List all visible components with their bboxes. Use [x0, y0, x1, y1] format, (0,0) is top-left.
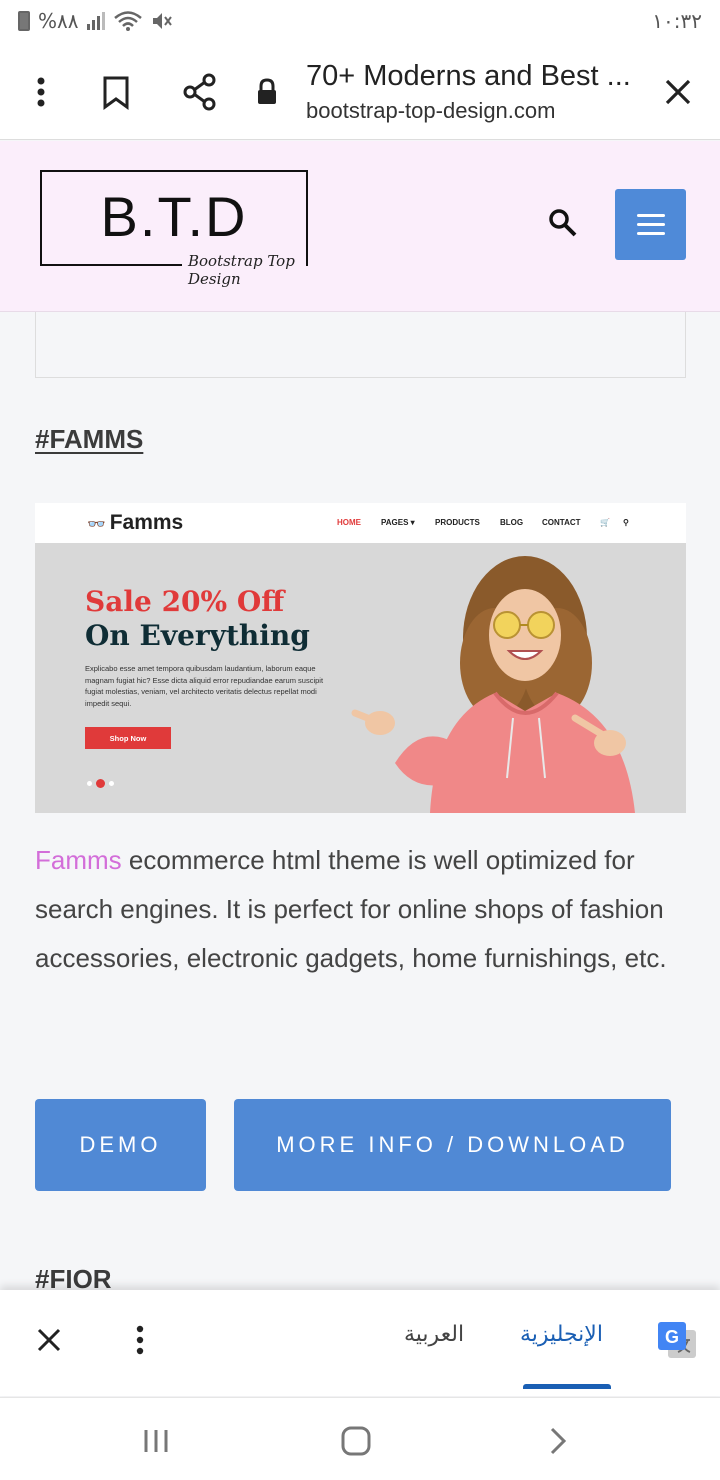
- clock: ١٠:٣٢: [652, 9, 702, 33]
- preview-search-icon: ⚲: [623, 518, 629, 527]
- hamburger-line: [636, 223, 665, 226]
- famms-preview-image[interactable]: 👓 Famms HOME PAGES ▾ PRODUCTS BLOG CONTAC…: [35, 503, 686, 813]
- demo-button[interactable]: DEMO: [35, 1099, 206, 1191]
- famms-link[interactable]: Famms: [35, 845, 122, 875]
- theme-description: Famms ecommerce html theme is well optim…: [35, 836, 685, 983]
- download-button[interactable]: MORE INFO / DOWNLOAD: [234, 1099, 671, 1191]
- hamburger-line: [636, 214, 665, 217]
- preview-navbar: 👓 Famms HOME PAGES ▾ PRODUCTS BLOG CONTAC…: [35, 503, 686, 543]
- preview-menu-home: HOME: [337, 518, 361, 527]
- hamburger-line: [636, 232, 665, 235]
- status-bar: %٨٨ ١٠:٣٢: [0, 0, 720, 42]
- section-heading-famms[interactable]: #FAMMS: [35, 424, 143, 455]
- page-title[interactable]: 70+ Moderns and Best ...: [306, 60, 636, 93]
- model-photo: [351, 556, 635, 813]
- preview-hero: Sale 20% Off On Everything Explicabo ess…: [35, 543, 686, 813]
- google-translate-icon: G: [658, 1322, 696, 1358]
- search-icon[interactable]: [547, 207, 579, 239]
- close-translate-icon[interactable]: [36, 1327, 62, 1353]
- description-text: ecommerce html theme is well optimized f…: [35, 845, 667, 973]
- preview-menu-pages: PAGES ▾: [381, 518, 415, 527]
- wifi-icon: [113, 11, 142, 31]
- previous-card: [35, 312, 686, 378]
- translate-bar: العربية الإنجليزية G: [0, 1290, 720, 1396]
- system-nav-bar: [0, 1397, 720, 1480]
- language-option-english[interactable]: الإنجليزية: [520, 1322, 603, 1347]
- mute-icon: [152, 13, 172, 29]
- site-header: B.T.D Bootstrap Top Design: [0, 141, 720, 312]
- preview-menu-blog: BLOG: [500, 518, 524, 527]
- back-icon[interactable]: [548, 1426, 568, 1456]
- preview-menu-products: PRODUCTS: [435, 518, 480, 527]
- language-option-arabic[interactable]: العربية: [404, 1322, 464, 1347]
- lock-icon: [258, 78, 276, 104]
- battery-icon: [18, 11, 30, 31]
- preview-sale-line: Sale 20% Off: [85, 585, 285, 618]
- signal-icon: [86, 12, 105, 30]
- preview-logo: 👓 Famms: [87, 511, 184, 534]
- bookmark-icon[interactable]: [102, 76, 130, 110]
- browser-toolbar: 70+ Moderns and Best ... bootstrap-top-d…: [0, 42, 720, 140]
- menu-button[interactable]: [615, 189, 686, 260]
- svg-text:G: G: [665, 1327, 679, 1347]
- preview-sale-line2: On Everything: [85, 619, 310, 652]
- preview-cart-icon: 🛒: [600, 518, 610, 527]
- preview-shop-button: Shop Now: [85, 727, 171, 749]
- preview-menu-contact: CONTACT: [542, 518, 581, 527]
- site-logo[interactable]: B.T.D Bootstrap Top Design: [40, 170, 308, 288]
- more-vert-icon[interactable]: [130, 1323, 150, 1357]
- recent-apps-icon[interactable]: [142, 1428, 170, 1454]
- logo-text: B.T.D: [100, 185, 248, 248]
- glasses-icon: 👓: [87, 516, 106, 533]
- more-vert-icon[interactable]: [30, 72, 52, 112]
- page-url[interactable]: bootstrap-top-design.com: [306, 98, 555, 124]
- preview-description: Explicabo esse amet tempora quibusdam la…: [85, 664, 324, 708]
- battery-percent: %٨٨: [38, 9, 79, 33]
- home-icon[interactable]: [341, 1426, 371, 1456]
- selected-language-indicator: [523, 1384, 611, 1389]
- status-icons: %٨٨: [18, 9, 173, 33]
- close-icon[interactable]: [664, 78, 692, 106]
- share-icon[interactable]: [182, 72, 218, 112]
- logo-tagline: Bootstrap Top Design: [182, 252, 306, 288]
- preview-slider-dots: [87, 779, 114, 788]
